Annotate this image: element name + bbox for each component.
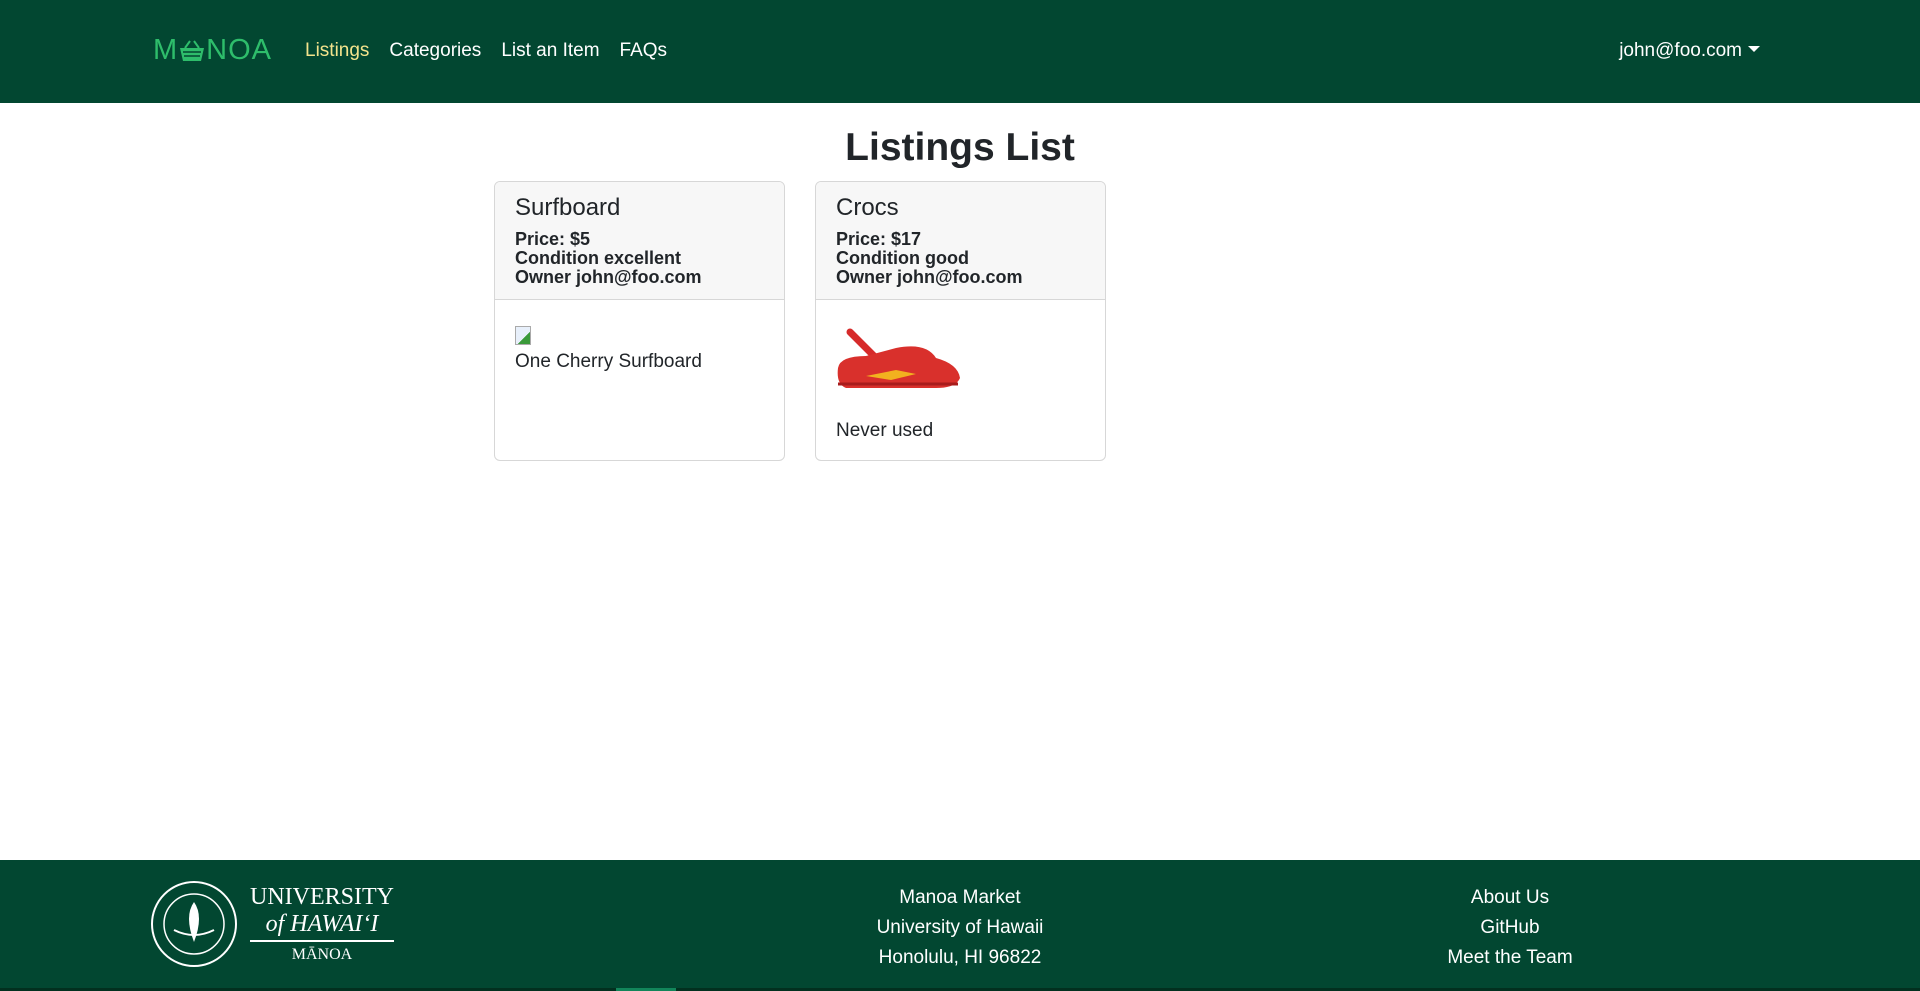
- user-dropdown[interactable]: john@foo.com: [1619, 40, 1760, 62]
- crocs-image: [837, 328, 960, 388]
- logo-line3: MĀNOA: [291, 946, 353, 963]
- nav-categories[interactable]: Categories: [389, 40, 481, 62]
- nav-list-item[interactable]: List an Item: [501, 40, 599, 62]
- logo-line2: of HAWAI‘I: [250, 911, 394, 942]
- listing-card: Surfboard Price: $5 Condition excellent …: [494, 181, 785, 461]
- logo-line1: UNIVERSITY: [250, 884, 394, 910]
- brand-logo[interactable]: M NOA: [153, 34, 272, 67]
- listing-price: Price: $17: [836, 229, 922, 249]
- listing-owner: Owner john@foo.com: [836, 267, 1023, 287]
- nav-faqs[interactable]: FAQs: [620, 40, 668, 62]
- footer-about-link[interactable]: About Us: [1410, 883, 1610, 913]
- uh-manoa-logo: UNIVERSITY of HAWAI‘I MĀNOA: [150, 880, 394, 968]
- navbar: M NOA Listings Categories List an Item F…: [0, 0, 1920, 103]
- footer-team-link[interactable]: Meet the Team: [1410, 943, 1610, 973]
- footer-university: University of Hawaii: [876, 917, 1044, 938]
- footer-site-name: Manoa Market: [899, 887, 1021, 908]
- listing-owner: Owner john@foo.com: [515, 267, 702, 287]
- footer-address: Honolulu, HI 96822: [878, 947, 1042, 968]
- listing-condition: Condition good: [836, 248, 969, 268]
- listing-name: Crocs: [836, 194, 899, 221]
- basket-icon: [180, 39, 205, 61]
- listing-condition: Condition excellent: [515, 248, 682, 268]
- listing-card: Crocs Price: $17 Condition good Owner jo…: [815, 181, 1106, 461]
- listing-name: Surfboard: [515, 194, 621, 221]
- listing-description: One Cherry Surfboard: [515, 351, 702, 372]
- footer: UNIVERSITY of HAWAI‘I MĀNOA Manoa Market…: [0, 860, 1920, 991]
- brand-text-left: M: [153, 34, 179, 66]
- uh-seal-icon: [151, 881, 237, 967]
- brand-text-right: NOA: [206, 34, 273, 66]
- listing-price: Price: $5: [515, 229, 591, 249]
- listing-description: Never used: [836, 420, 934, 441]
- broken-image-icon: [515, 326, 531, 345]
- footer-github-link[interactable]: GitHub: [1410, 913, 1610, 943]
- nav-listings[interactable]: Listings: [305, 40, 369, 62]
- page-title: Listings List: [845, 126, 1075, 169]
